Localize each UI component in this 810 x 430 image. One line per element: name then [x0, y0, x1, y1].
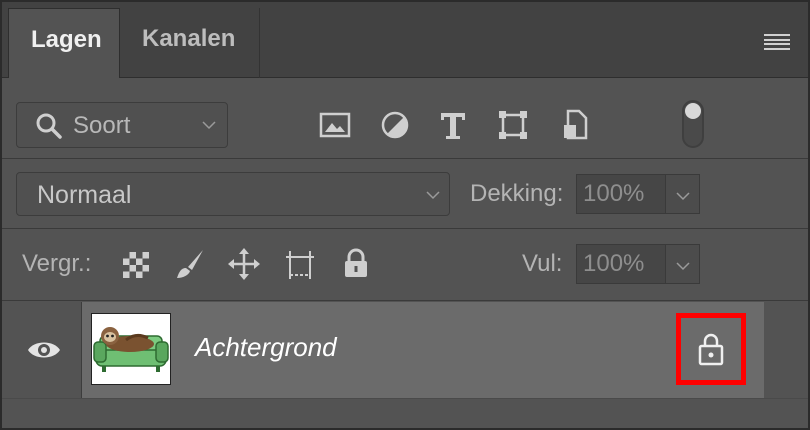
empty-layer-area [2, 398, 808, 428]
lock-image-pixels-icon[interactable] [174, 246, 206, 280]
lock-position-icon[interactable] [228, 246, 260, 280]
sloth-on-sofa-image [93, 327, 169, 372]
opacity-label: Dekking: [470, 180, 564, 207]
search-icon [36, 113, 62, 139]
scrollbar-track[interactable] [764, 302, 808, 398]
opacity-dropdown-button[interactable] [666, 174, 700, 214]
eye-icon[interactable] [26, 338, 62, 362]
layers-panel: Lagen Kanalen Soort Normaal Dekking: 100… [0, 0, 810, 430]
divider [2, 228, 808, 229]
filter-kind-label: Soort [73, 112, 131, 139]
fill-dropdown-button[interactable] [666, 244, 700, 284]
chevron-down-icon [426, 191, 440, 200]
layer-lock-indicator[interactable] [676, 313, 746, 385]
divider [2, 158, 808, 159]
tab-bar: Lagen Kanalen [2, 2, 808, 78]
lock-all-icon[interactable] [340, 246, 372, 280]
layer-row[interactable] [82, 302, 764, 398]
adjustment-filter-icon[interactable] [378, 108, 412, 142]
panel-menu-icon[interactable] [764, 34, 790, 52]
blend-mode-value: Normaal [37, 181, 132, 209]
fill-label: Vul: [522, 250, 563, 277]
filter-kind-select[interactable]: Soort [16, 102, 228, 148]
lock-icon [698, 333, 724, 366]
layer-name[interactable]: Achtergrond [195, 332, 337, 363]
toggle-knob [685, 103, 701, 119]
filter-toggle-switch[interactable] [682, 100, 704, 148]
opacity-input[interactable]: 100% [576, 174, 666, 214]
lock-label: Vergr.: [22, 250, 92, 277]
image-filter-icon[interactable] [318, 108, 352, 142]
chevron-down-icon [202, 121, 216, 130]
divider [2, 300, 808, 301]
chevron-down-icon [676, 262, 690, 271]
tab-kanalen[interactable]: Kanalen [120, 8, 260, 78]
lock-transparent-pixels-icon[interactable] [120, 246, 152, 280]
lock-artboard-icon[interactable] [284, 246, 316, 280]
chevron-down-icon [676, 192, 690, 201]
smart-object-filter-icon[interactable] [558, 108, 592, 142]
tab-lagen[interactable]: Lagen [8, 8, 120, 78]
shape-filter-icon[interactable] [496, 108, 530, 142]
type-filter-icon[interactable] [436, 108, 470, 142]
layer-thumbnail[interactable] [91, 313, 171, 385]
fill-input[interactable]: 100% [576, 244, 666, 284]
blend-mode-select[interactable]: Normaal [16, 172, 450, 216]
